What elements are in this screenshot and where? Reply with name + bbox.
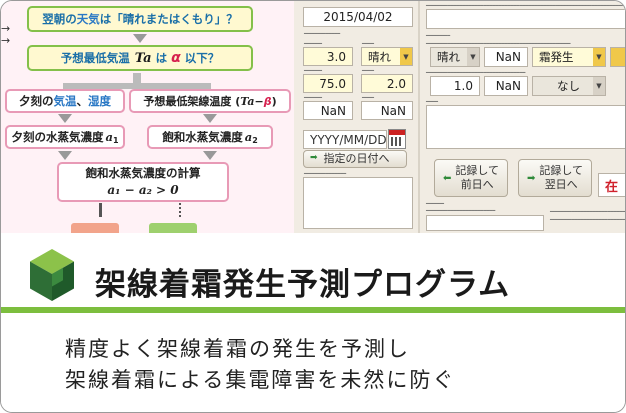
min-wire-temp-box: 予想最低架線温度 (Ta − β) xyxy=(129,89,291,113)
value-field-b: NaN xyxy=(361,101,413,120)
date-input[interactable]: YYYY/MM/DD xyxy=(303,130,387,149)
filename-field[interactable] xyxy=(426,215,544,231)
goto-date-button[interactable]: ➡ 指定の日付へ xyxy=(303,150,407,168)
question-weather-box: 翌朝の 天気 は「晴れまたはくもり」？ xyxy=(27,6,253,32)
chevron-down-icon: ▼ xyxy=(593,48,605,66)
arrow-right-icon: ➡ xyxy=(526,172,536,184)
arrow-down-icon xyxy=(58,151,72,160)
hexagon-cube-logo-icon xyxy=(30,249,74,301)
chevron-down-icon: ▼ xyxy=(400,48,412,65)
evening-vapor-box: 夕刻の水蒸気濃度 a 1 xyxy=(5,125,125,149)
question-temperature-box: 予想最低気温 Ta は α 以下？ xyxy=(27,45,253,71)
notes-field[interactable] xyxy=(426,9,625,29)
description-line-2: 架線着霜による集電障害を未然に防ぐ xyxy=(65,368,456,392)
comment-textbox[interactable] xyxy=(426,105,625,149)
status-label: 在 xyxy=(598,173,625,197)
next-weather-select[interactable]: 晴れ ▼ xyxy=(430,47,480,67)
humidity-input[interactable]: 75.0 xyxy=(303,74,353,93)
result-box-frost xyxy=(71,223,119,233)
title-band: 架線着霜発生予測プログラム 精度よく架線着霜の発生を予測し 架線着霜による集電障… xyxy=(1,233,625,412)
next-value-field-2: NaN xyxy=(484,76,528,96)
record-next-day-button[interactable]: ➡ 記録して 翌日へ xyxy=(518,159,592,197)
flowchart-panel: → → 翌朝の 天気 は「晴れまたはくもり」？ 予想最低気温 Ta は α 以下？ … xyxy=(1,1,294,233)
page-title: 架線着霜発生予測プログラム xyxy=(95,267,511,303)
evening-temp-humidity-box: 夕刻の 気温、湿度 xyxy=(5,89,125,113)
frost-select[interactable]: 霜発生 ▼ xyxy=(532,47,606,67)
temperature-input[interactable]: 3.0 xyxy=(303,47,353,66)
next-temp-field: 1.0 xyxy=(430,76,480,96)
date-display: 2015/04/02 xyxy=(303,7,413,27)
value-field-a: NaN xyxy=(303,101,353,120)
incoming-arrows: → → xyxy=(1,22,11,47)
arrow-down-icon xyxy=(133,34,147,43)
vapor-calculation-box: 飽和水蒸気濃度の計算 a₁ − a₂ > 0 xyxy=(57,162,229,202)
chevron-down-icon: ▼ xyxy=(593,77,605,95)
saturated-vapor-box: 飽和水蒸気濃度 a 2 xyxy=(147,125,273,149)
arrow-down-icon xyxy=(58,114,72,123)
result-box-no-frost xyxy=(149,223,197,233)
accent-divider xyxy=(1,307,625,313)
description-line-1: 精度よく架線着霜の発生を予測し xyxy=(65,337,410,361)
wind-input[interactable]: 2.0 xyxy=(361,74,413,93)
next-value-field-1: NaN xyxy=(484,47,528,67)
calendar-icon[interactable] xyxy=(388,129,406,149)
arrow-down-icon xyxy=(203,114,217,123)
program-card: → → 翌朝の 天気 は「晴れまたはくもり」？ 予想最低気温 Ta は α 以下？ … xyxy=(0,0,626,413)
weather-select[interactable]: 晴れ ▼ xyxy=(361,47,413,66)
file-path-textbox[interactable] xyxy=(303,177,413,229)
arrow-right-icon: ➡ xyxy=(310,153,318,164)
arrow-left-icon: ⬅ xyxy=(442,172,452,184)
record-prev-day-button[interactable]: ⬅ 記録して 前日へ xyxy=(434,159,508,197)
app-screenshot-panel: 2015/04/02 ━━━━━━━━━━━━ ━━━━━━ 3.0 ━━━━ … xyxy=(294,1,625,233)
none-select[interactable]: なし ▼ xyxy=(532,76,606,96)
chevron-down-icon: ▼ xyxy=(467,48,479,66)
arrow-down-icon xyxy=(203,151,217,160)
